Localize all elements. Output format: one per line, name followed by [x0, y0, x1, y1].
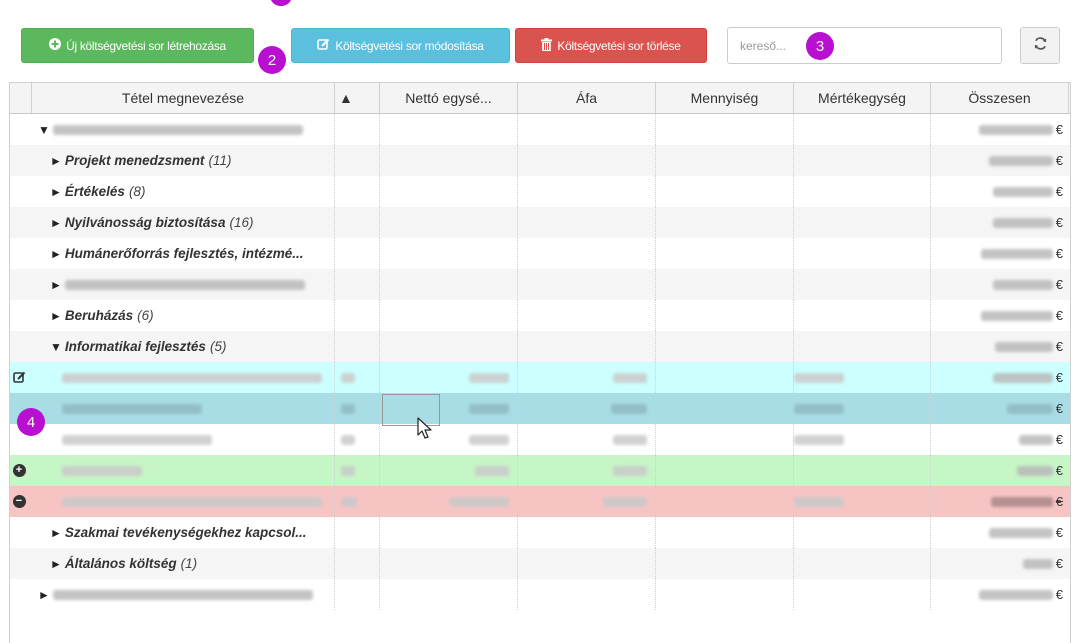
modify-button-label: Költségvetési sor módosítása [335, 38, 484, 53]
tree-row-group[interactable]: ► Nyilvánosság biztosítása (16) € [10, 207, 1070, 238]
grid-empty-area [9, 622, 1071, 643]
header-unit-net-price[interactable]: Nettó egysé... [380, 83, 518, 113]
tree-row-root[interactable]: ► € [10, 579, 1070, 610]
tree-row-group[interactable]: ► Projekt menedzsment (11) € [10, 145, 1070, 176]
tree-row-group[interactable]: ► Értékelés (8) € [10, 176, 1070, 207]
header-vat[interactable]: Áfa [518, 83, 656, 113]
plus-circle-icon: + [8, 455, 30, 486]
delete-button-label: Költségvetési sor törlése [557, 38, 681, 53]
tree-row-root[interactable]: ▼ € [10, 114, 1070, 145]
table-row-added[interactable]: + € [10, 455, 1070, 486]
table-row-deleted[interactable]: − € [10, 486, 1070, 517]
header-quantity[interactable]: Mennyiség [656, 83, 794, 113]
edit-row-icon [8, 362, 30, 393]
annotation-badge-3: 3 [806, 32, 834, 60]
refresh-icon [1033, 36, 1048, 56]
toolbar: Új költségvetési sor létrehozása 2 Költs… [0, 0, 1081, 82]
table-row-selected[interactable]: € [10, 393, 1070, 424]
expand-triangle-icon[interactable]: ► [50, 278, 62, 292]
expand-triangle-icon[interactable]: ► [50, 185, 62, 199]
refresh-button[interactable] [1020, 27, 1060, 64]
create-button-label: Új költségvetési sor létrehozása [66, 38, 226, 53]
header-sort-indicator[interactable]: ▲ [335, 83, 380, 113]
tree-row-group[interactable]: ► Humánerőforrás fejlesztés, intézmé... € [10, 238, 1070, 269]
tree-row-group-expanded[interactable]: ▼ Informatikai fejlesztés (5) € [10, 331, 1070, 362]
plus-circle-icon [49, 38, 62, 53]
tree-row-group[interactable]: ► Általános költség (1) € [10, 548, 1070, 579]
expand-triangle-icon[interactable]: ► [50, 557, 62, 571]
grid-header: Tétel megnevezése ▲ Nettó egysé... Áfa M… [10, 83, 1070, 114]
minus-circle-icon: − [8, 486, 30, 517]
trash-icon [541, 37, 553, 54]
header-unit[interactable]: Mértékegység [794, 83, 931, 113]
header-row-icon-column [10, 83, 32, 113]
create-budget-row-button[interactable]: Új költségvetési sor létrehozása [21, 28, 254, 63]
modify-budget-row-button[interactable]: Költségvetési sor módosítása [291, 28, 510, 63]
expand-triangle-icon[interactable]: ► [50, 526, 62, 540]
expand-triangle-icon[interactable]: ► [50, 247, 62, 261]
annotation-badge-2: 2 [258, 46, 286, 74]
mouse-cursor-icon [417, 417, 432, 439]
expand-triangle-icon[interactable]: ► [50, 154, 62, 168]
collapse-triangle-icon[interactable]: ▼ [38, 123, 50, 137]
table-row[interactable]: € [10, 424, 1070, 455]
collapse-triangle-icon[interactable]: ▼ [50, 340, 62, 354]
table-row-edited[interactable]: € [10, 362, 1070, 393]
edit-icon [317, 38, 330, 54]
expand-triangle-icon[interactable]: ► [38, 588, 50, 602]
expand-triangle-icon[interactable]: ► [50, 309, 62, 323]
tree-row-group[interactable]: ► Szakmai tevékenységekhez kapcsol... € [10, 517, 1070, 548]
header-total[interactable]: Összesen [931, 83, 1069, 113]
search-input[interactable] [727, 27, 1002, 64]
expand-triangle-icon[interactable]: ► [50, 216, 62, 230]
delete-budget-row-button[interactable]: Költségvetési sor törlése [515, 28, 707, 63]
header-item-name[interactable]: Tétel megnevezése [32, 83, 335, 113]
annotation-badge-4: 4 [17, 408, 45, 436]
budget-tree-grid: Tétel megnevezése ▲ Nettó egysé... Áfa M… [9, 82, 1071, 622]
tree-row-group[interactable]: ► Beruházás (6) € [10, 300, 1070, 331]
tree-row-group[interactable]: ► € [10, 269, 1070, 300]
